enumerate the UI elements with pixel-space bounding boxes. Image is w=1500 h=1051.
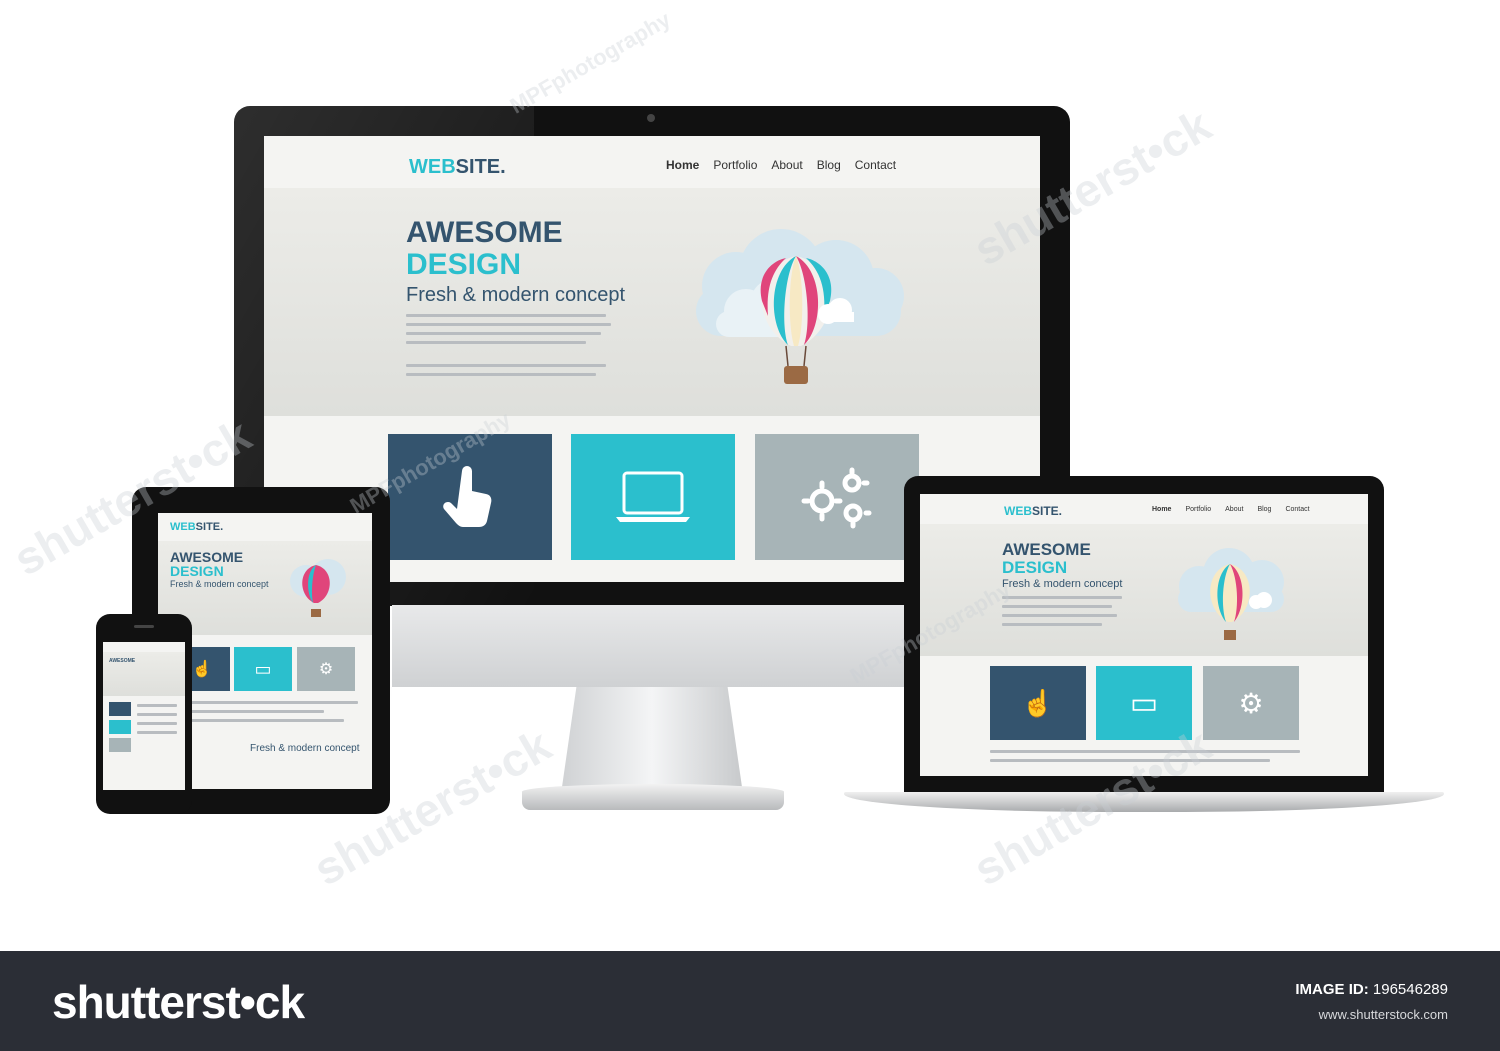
hero-section: AWESOME DESIGN Fresh & modern concept — [264, 188, 1040, 416]
feature-tile-settings[interactable] — [755, 434, 919, 560]
laptop-nav-about[interactable]: About — [1225, 506, 1243, 513]
phone-tile-3[interactable] — [109, 738, 131, 752]
watermark-mpf-2: MPFphotography — [505, 6, 675, 119]
laptop-icon: ▭ — [254, 658, 272, 679]
image-id-value: 196546289 — [1372, 981, 1448, 998]
laptop-icon — [616, 471, 690, 522]
nav-about[interactable]: About — [771, 158, 802, 172]
tablet-body-text — [174, 701, 358, 728]
tablet-tile-responsive[interactable]: ▭ — [234, 647, 292, 691]
phone-screen: AWESOME — [103, 642, 185, 790]
hand-pointer-icon — [443, 466, 492, 527]
monitor-stand — [562, 687, 742, 787]
hero-headline-2: DESIGN — [406, 248, 522, 281]
hero-headline-1: AWESOME — [406, 216, 563, 249]
phone-hero: AWESOME — [103, 652, 185, 696]
monitor-chin — [392, 605, 912, 687]
laptop-headline-1: AWESOME — [1002, 540, 1091, 559]
laptop-site-logo: WEBSITE. — [1004, 504, 1063, 518]
laptop-screen: WEBSITE. Home Portfolio About Blog Contact A… — [920, 494, 1368, 776]
laptop-tile-settings[interactable]: ⚙ — [1203, 666, 1299, 740]
tablet-section-heading: Fresh & modern concept — [250, 743, 360, 754]
site-nav: Home Portfolio About Blog Contact — [666, 158, 896, 172]
tablet-balloon-icon — [290, 559, 346, 617]
laptop-icon: ▭ — [1129, 686, 1159, 720]
camera-icon — [647, 114, 655, 122]
site-logo[interactable]: WEBSITE. — [409, 156, 506, 179]
monitor-base — [522, 784, 784, 810]
hand-pointer-icon: ☝ — [1021, 687, 1055, 718]
nav-contact[interactable]: Contact — [855, 158, 896, 172]
laptop-subheadline: Fresh & modern concept — [1002, 578, 1123, 590]
balloon-illustration — [696, 229, 904, 384]
hero-subheadline: Fresh & modern concept — [406, 284, 625, 306]
feature-tile-responsive[interactable] — [571, 434, 735, 560]
phone-device: AWESOME — [96, 614, 192, 814]
image-id-label: IMAGE ID: — [1295, 981, 1369, 998]
footer-image-id: IMAGE ID: 196546289 — [1295, 981, 1448, 998]
hand-pointer-icon: ☝ — [192, 661, 212, 678]
footer-bar: shutterst•ck IMAGE ID: 196546289 www.shu… — [0, 951, 1500, 1051]
laptop-tile-touch[interactable]: ☝ — [990, 666, 1086, 740]
phone-headline: AWESOME — [109, 658, 136, 664]
phone-tile-1[interactable] — [109, 702, 131, 716]
laptop-headline-2: DESIGN — [1002, 558, 1068, 577]
footer-brand-logo[interactable]: shutterst•ck — [52, 975, 305, 1029]
tablet-headline-2: DESIGN — [170, 563, 224, 579]
laptop-nav-home[interactable]: Home — [1152, 506, 1171, 513]
hero-body-text — [406, 314, 611, 382]
phone-speaker — [134, 625, 154, 628]
phone-body-text — [137, 704, 177, 740]
laptop-nav: Home Portfolio About Blog Contact — [1152, 506, 1310, 513]
footer-url[interactable]: www.shutterstock.com — [1319, 1007, 1448, 1022]
tablet-subheadline: Fresh & modern concept — [170, 579, 269, 589]
laptop-nav-contact[interactable]: Contact — [1285, 506, 1309, 513]
nav-portfolio[interactable]: Portfolio — [713, 158, 757, 172]
tablet-tile-settings[interactable]: ⚙ — [297, 647, 355, 691]
tablet-site-logo: WEBSITE. — [170, 521, 224, 533]
laptop-nav-portfolio[interactable]: Portfolio — [1185, 506, 1211, 513]
gears-icon: ⚙ — [1238, 687, 1264, 719]
nav-blog[interactable]: Blog — [817, 158, 841, 172]
gears-icon: ⚙ — [318, 661, 334, 678]
laptop-nav-blog[interactable]: Blog — [1257, 506, 1271, 513]
laptop-balloon-illustration — [1178, 548, 1284, 640]
phone-tile-2[interactable] — [109, 720, 131, 734]
nav-home[interactable]: Home — [666, 158, 699, 172]
laptop-body-text — [1002, 596, 1122, 632]
gears-icon — [801, 467, 872, 529]
